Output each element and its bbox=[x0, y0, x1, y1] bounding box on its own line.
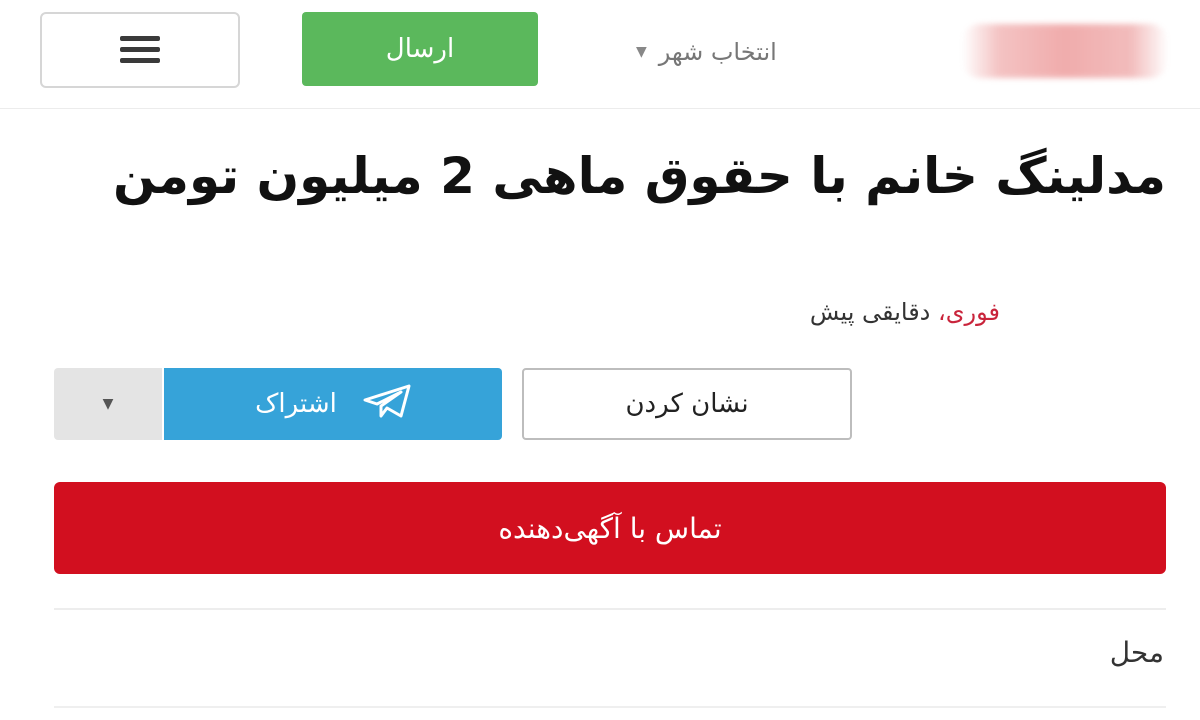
menu-button[interactable] bbox=[40, 12, 240, 88]
caret-down-icon: ▼ bbox=[102, 396, 114, 412]
site-logo[interactable] bbox=[962, 24, 1168, 78]
ad-title: مدلینگ خانم با حقوق ماهی 2 میلیون تومن bbox=[113, 147, 1166, 205]
city-select[interactable]: انتخاب شهر ▼ bbox=[636, 30, 936, 74]
share-button[interactable]: اشتراک bbox=[164, 368, 502, 440]
caret-down-icon: ▼ bbox=[636, 44, 647, 60]
share-dropdown-toggle[interactable]: ▼ bbox=[54, 368, 162, 440]
posted-time: دقایقی پیش bbox=[809, 298, 931, 326]
divider bbox=[54, 608, 1166, 610]
city-select-label: انتخاب شهر bbox=[658, 38, 777, 66]
divider bbox=[54, 706, 1166, 708]
contact-advertiser-button[interactable]: تماس با آگهی‌دهنده bbox=[54, 482, 1166, 574]
ad-meta: فوری، دقایقی پیش bbox=[810, 298, 1000, 326]
share-label: اشتراک bbox=[255, 389, 337, 419]
bookmark-button[interactable]: نشان کردن bbox=[522, 368, 852, 440]
submit-ad-button[interactable]: ارسال bbox=[302, 12, 538, 86]
hamburger-icon bbox=[120, 36, 160, 64]
urgent-badge: فوری، bbox=[938, 298, 1000, 326]
top-header: ارسال انتخاب شهر ▼ bbox=[0, 0, 1200, 109]
location-label: محل bbox=[1109, 636, 1164, 669]
telegram-icon bbox=[363, 384, 411, 425]
